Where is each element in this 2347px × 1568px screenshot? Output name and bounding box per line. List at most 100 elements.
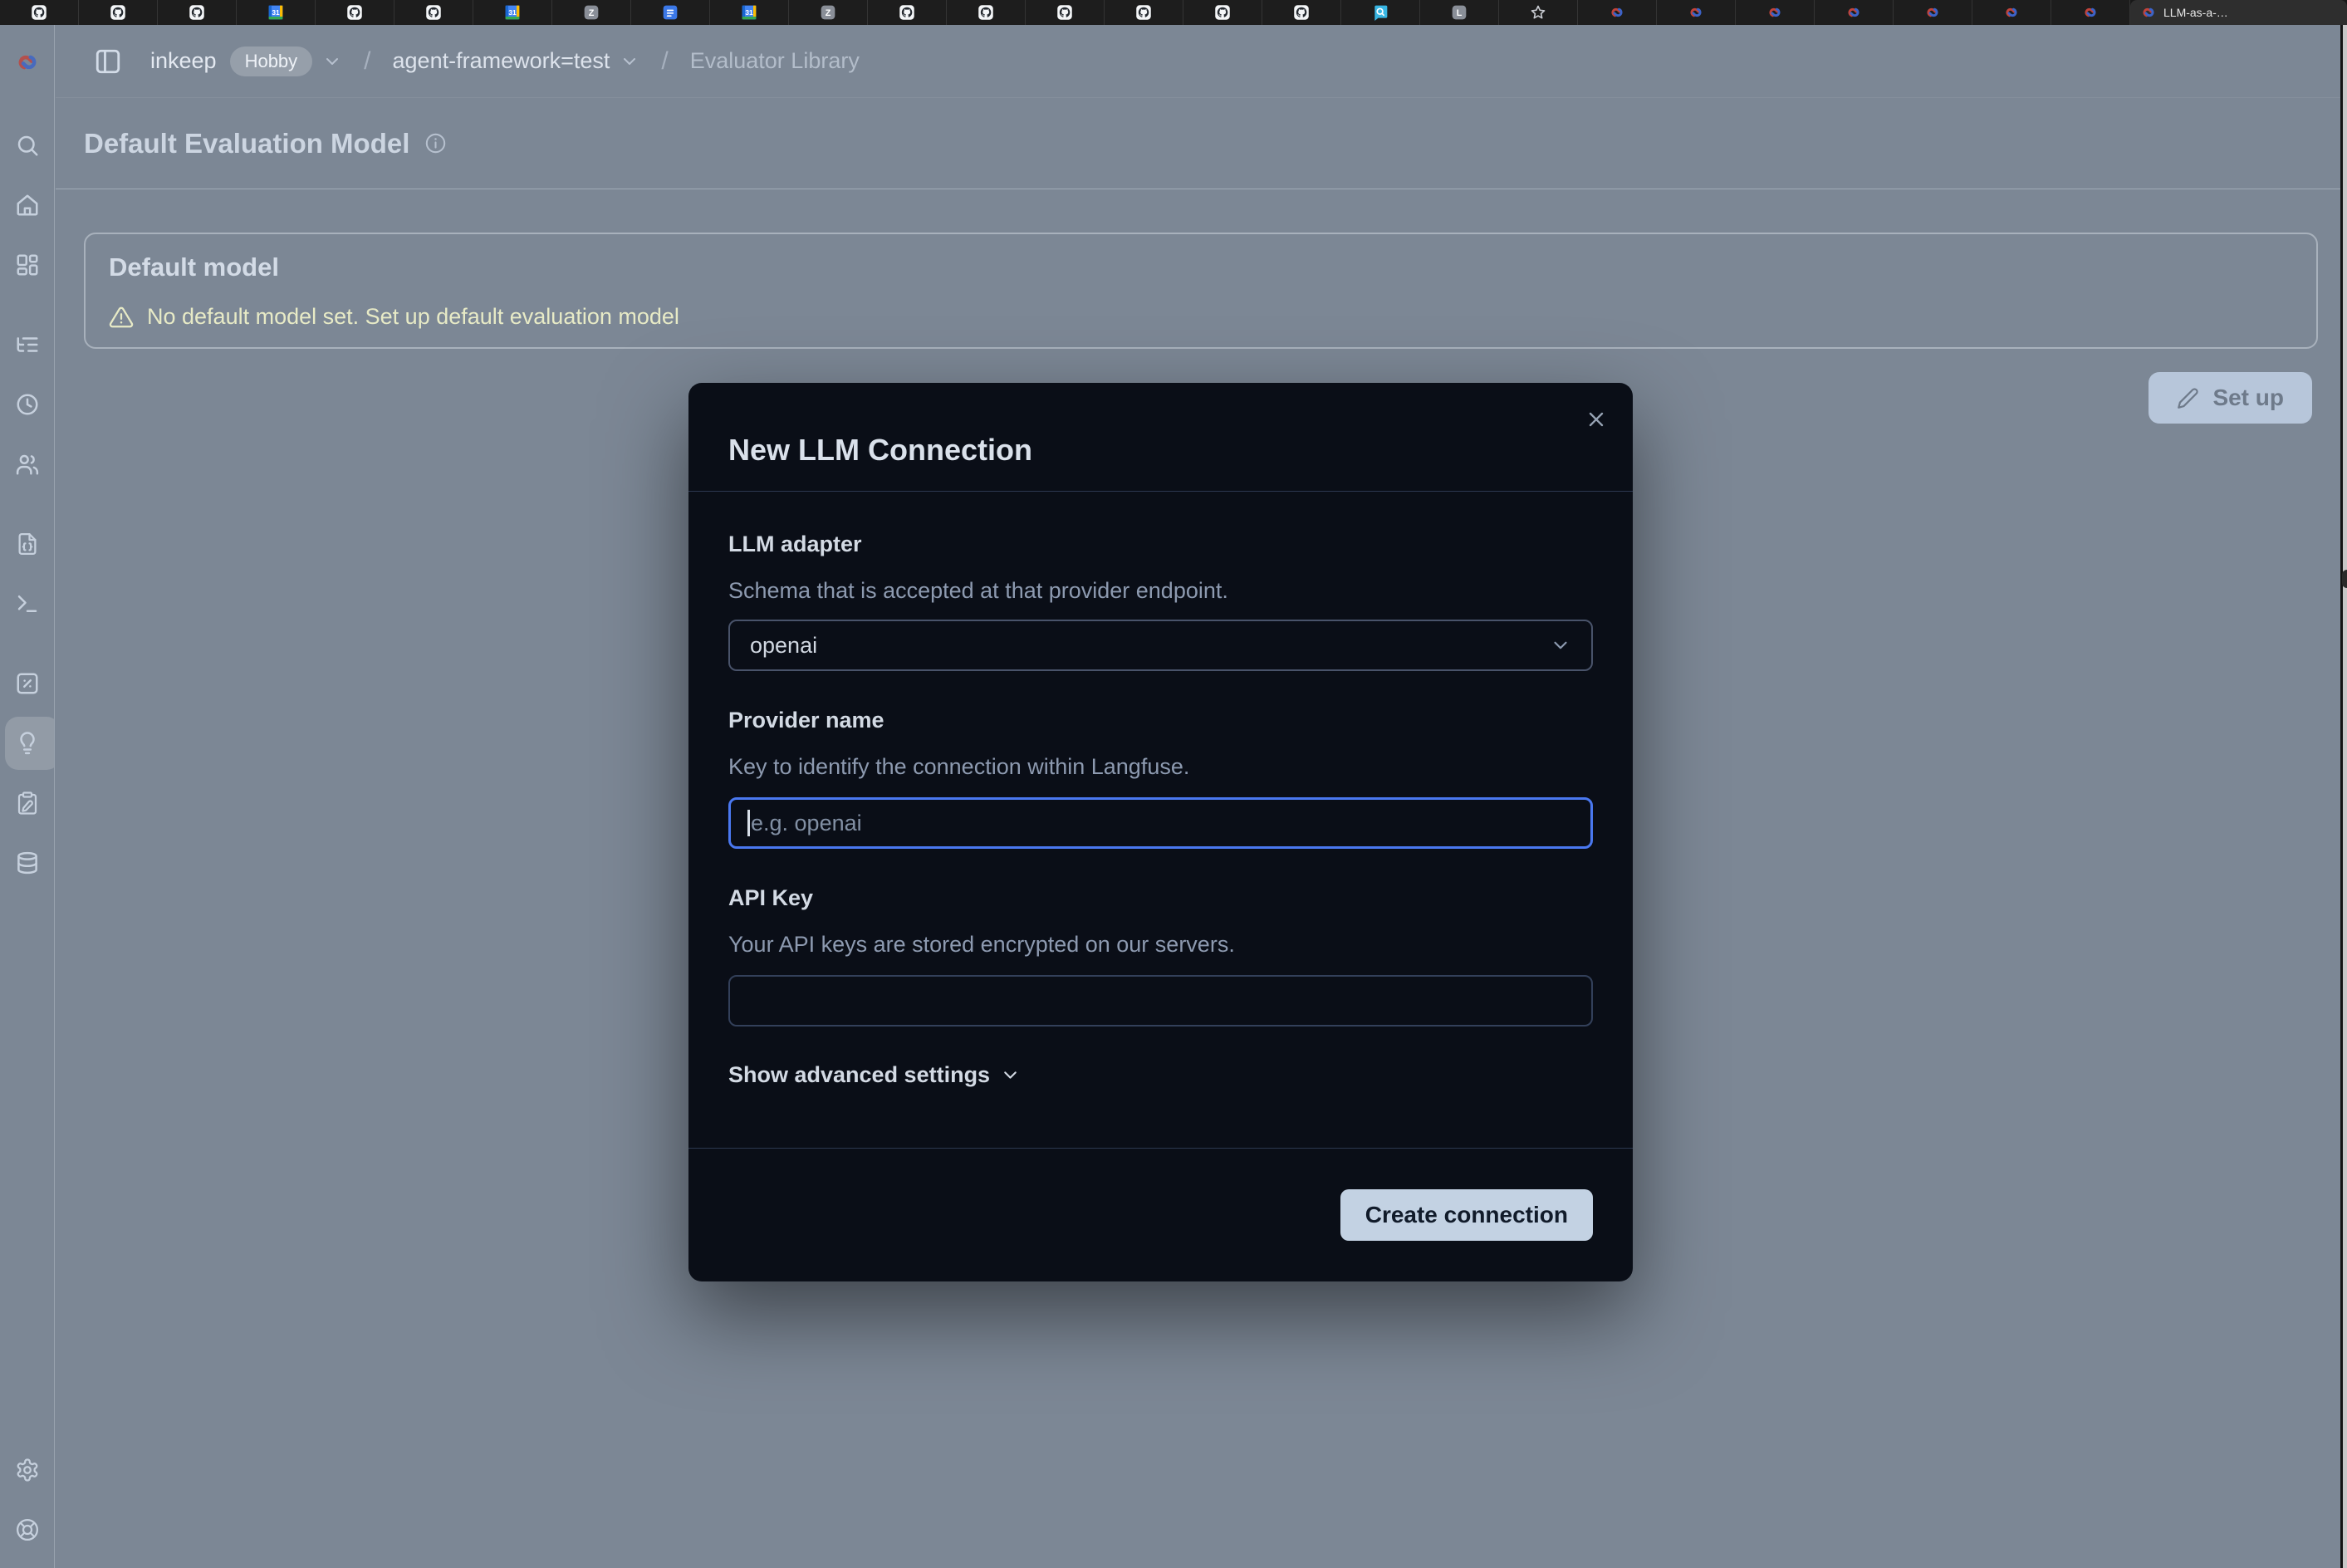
browser-tab-gcal[interactable] — [237, 0, 316, 25]
sidebar-bottom — [0, 1440, 55, 1560]
browser-tab-zoom[interactable] — [789, 0, 868, 25]
chevron-down-icon[interactable] — [620, 51, 639, 71]
info-icon[interactable] — [424, 132, 447, 154]
sidebar-item-playground[interactable] — [0, 574, 55, 634]
breadcrumb-project[interactable]: agent-framework=test — [393, 48, 610, 74]
browser-tab-github[interactable] — [947, 0, 1026, 25]
github-icon — [899, 4, 915, 21]
warning-row: No default model set. Set up default eva… — [109, 304, 2293, 330]
zoom-icon — [583, 4, 600, 21]
page-title-row: Default Evaluation Model — [56, 98, 2340, 189]
chat-icon — [1372, 4, 1389, 21]
browser-tab-knot[interactable] — [1736, 0, 1815, 25]
browser-tab-github[interactable] — [158, 0, 237, 25]
github-icon — [425, 4, 442, 21]
gear-icon — [15, 1458, 40, 1482]
users-icon — [15, 452, 40, 477]
field-label: LLM adapter — [728, 533, 1593, 556]
set-up-button[interactable]: Set up — [2149, 372, 2312, 424]
sidebar-toggle-icon[interactable] — [94, 47, 122, 76]
search-icon — [15, 133, 40, 158]
chevron-down-icon — [1000, 1065, 1021, 1085]
field-llm-adapter: LLM adapter Schema that is accepted at t… — [728, 533, 1593, 671]
sidebar-item-datasets[interactable] — [0, 833, 55, 893]
api-key-input[interactable] — [728, 975, 1593, 1027]
browser-tab-chat[interactable] — [1341, 0, 1420, 25]
lifebuoy-icon — [15, 1517, 40, 1542]
default-model-card: Default model No default model set. Set … — [84, 233, 2318, 349]
sidebar-item-users[interactable] — [0, 434, 55, 494]
browser-tab-knot[interactable] — [2051, 0, 2130, 25]
sidebar-item-dashboards[interactable] — [0, 235, 55, 295]
sidebar-item-tracing[interactable] — [0, 315, 55, 375]
browser-tab-github[interactable] — [1105, 0, 1183, 25]
close-icon[interactable] — [1585, 408, 1608, 431]
browser-tab-github[interactable] — [1262, 0, 1341, 25]
browser-tab-active[interactable]: LLM-as-a-… — [2130, 0, 2347, 25]
file-json-icon — [15, 532, 40, 556]
sidebar-item-search[interactable] — [0, 115, 55, 175]
browser-tab-docs[interactable] — [631, 0, 710, 25]
sidebar-item-scores[interactable] — [0, 654, 55, 713]
llm-adapter-select[interactable]: openai — [728, 620, 1593, 671]
sidebar-item-evaluation[interactable] — [0, 713, 55, 773]
browser-tab-zoom[interactable] — [552, 0, 631, 25]
modal-title: New LLM Connection — [728, 433, 1032, 491]
github-icon — [1135, 4, 1152, 21]
github-icon — [1293, 4, 1310, 21]
browser-tab-github[interactable] — [316, 0, 394, 25]
pencil-icon — [2177, 387, 2199, 409]
home-icon — [15, 193, 40, 218]
browser-tab-gcal[interactable] — [710, 0, 789, 25]
gcal-icon — [504, 4, 521, 21]
show-advanced-settings-toggle[interactable]: Show advanced settings — [728, 1062, 1593, 1088]
browser-tab-linear[interactable] — [1420, 0, 1499, 25]
clock-icon — [15, 392, 40, 417]
browser-tab-github[interactable] — [79, 0, 158, 25]
field-description: Key to identify the connection within La… — [728, 756, 1593, 778]
chevron-down-icon[interactable] — [322, 51, 342, 71]
alert-triangle-icon — [109, 305, 134, 330]
linear-icon — [1451, 4, 1467, 21]
star-icon — [1530, 4, 1546, 21]
browser-tab-knot[interactable] — [1972, 0, 2051, 25]
zoom-icon — [820, 4, 836, 21]
breadcrumb-separator: / — [364, 47, 370, 76]
browser-tab-github[interactable] — [394, 0, 473, 25]
browser-tab-gcal[interactable] — [473, 0, 552, 25]
provider-name-input[interactable] — [728, 797, 1593, 849]
github-icon — [189, 4, 205, 21]
browser-tab-github[interactable] — [0, 0, 79, 25]
sidebar-item-settings[interactable] — [0, 1440, 55, 1500]
sidebar-nav — [0, 115, 55, 893]
browser-tab-github[interactable] — [1183, 0, 1262, 25]
text-cursor — [747, 810, 750, 836]
sidebar-item-annotation-queues[interactable] — [0, 773, 55, 833]
browser-tab-github[interactable] — [868, 0, 947, 25]
breadcrumb-org[interactable]: inkeep — [150, 48, 217, 74]
chevron-down-icon — [1550, 635, 1571, 656]
gcal-icon — [741, 4, 757, 21]
github-icon — [346, 4, 363, 21]
browser-tab-knot[interactable] — [1815, 0, 1894, 25]
browser-tab-github[interactable] — [1026, 0, 1105, 25]
sidebar-item-support[interactable] — [0, 1500, 55, 1560]
list-tree-icon — [15, 332, 40, 357]
langfuse-logo-icon — [14, 49, 41, 76]
warning-text: No default model set. Set up default eva… — [147, 304, 679, 330]
browser-tab-knot[interactable] — [1657, 0, 1736, 25]
active-tab-label: LLM-as-a-… — [2163, 6, 2228, 19]
knot-icon — [1924, 4, 1941, 21]
create-connection-button[interactable]: Create connection — [1340, 1189, 1593, 1241]
browser-tab-knot[interactable] — [1578, 0, 1657, 25]
knot-icon — [1766, 4, 1783, 21]
knot-icon — [1609, 4, 1625, 21]
github-icon — [110, 4, 126, 21]
sidebar-item-prompts[interactable] — [0, 514, 55, 574]
browser-tab-knot[interactable] — [1894, 0, 1972, 25]
sidebar-item-sessions[interactable] — [0, 375, 55, 434]
browser-tab-star[interactable] — [1499, 0, 1578, 25]
new-llm-connection-modal: New LLM Connection LLM adapter Schema th… — [688, 383, 1633, 1281]
docs-icon — [662, 4, 679, 21]
sidebar-item-home[interactable] — [0, 175, 55, 235]
